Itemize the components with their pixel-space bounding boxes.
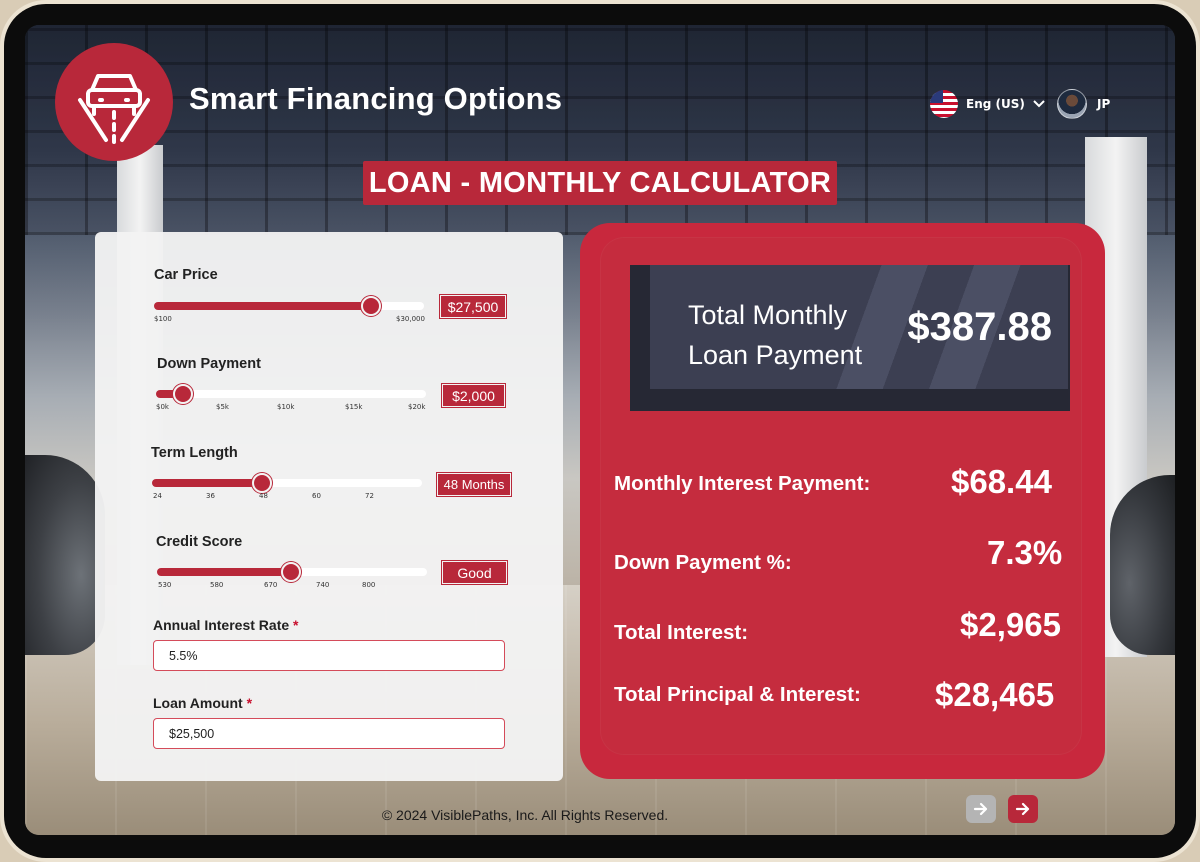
next-page-button[interactable] xyxy=(1008,795,1038,823)
monthly-interest-value: $68.44 xyxy=(951,463,1052,500)
slider-fill xyxy=(152,479,264,487)
monthly-interest-label: Monthly Interest Payment: xyxy=(614,472,871,495)
interest-rate-input[interactable]: 5.5% xyxy=(153,640,505,671)
total-payment-label: Total Monthly Loan Payment xyxy=(688,300,863,370)
loan-amount-label: Loan Amount * xyxy=(153,695,252,711)
slider-fill xyxy=(154,302,372,310)
tablet-frame: Smart Financing Options Eng (US) JP LOAN… xyxy=(0,0,1200,862)
loan-inputs-panel: Car Price $100 $30,000 $27,500 Down Paym… xyxy=(95,232,563,781)
tick-label: 60 xyxy=(312,492,321,500)
tick-label: 580 xyxy=(210,581,224,589)
credit-score-label: Credit Score xyxy=(156,534,243,550)
total-pi-value: $28,465 xyxy=(935,676,1055,713)
car-price-slider[interactable] xyxy=(154,296,424,316)
term-length-label: Term Length xyxy=(151,445,238,461)
interest-rate-label-text: Annual Interest Rate xyxy=(153,617,290,633)
app-title: Smart Financing Options xyxy=(189,81,563,116)
down-payment-pct-label: Down Payment %: xyxy=(614,551,792,574)
arrow-right-icon xyxy=(1015,802,1030,816)
total-interest-label: Total Interest: xyxy=(614,621,749,644)
slider-thumb[interactable] xyxy=(252,473,272,493)
tick-label: 800 xyxy=(362,581,376,589)
slider-fill xyxy=(157,568,291,576)
tick-label: 48 xyxy=(259,492,268,500)
footer: © 2024 VisiblePaths, Inc. All Rights Res… xyxy=(25,807,1175,823)
slider-thumb[interactable] xyxy=(281,562,301,582)
app-screen: Smart Financing Options Eng (US) JP LOAN… xyxy=(25,25,1175,835)
tick-label: $0k xyxy=(156,403,169,411)
results-panel: Total Monthly Loan Payment $387.88 Month… xyxy=(580,223,1105,779)
tick-label: 740 xyxy=(316,581,330,589)
language-label: Eng (US) xyxy=(966,97,1025,111)
term-length-value: 48 Months xyxy=(437,473,511,496)
tick-label: 24 xyxy=(153,492,162,500)
down-payment-label: Down Payment xyxy=(157,356,261,372)
total-payment-card-face: Total Monthly Loan Payment $387.88 xyxy=(650,265,1068,389)
slider-thumb[interactable] xyxy=(173,384,193,404)
down-payment-value: $2,000 xyxy=(442,384,505,407)
tick-label: 72 xyxy=(365,492,374,500)
copyright-text: © 2024 VisiblePaths, Inc. All Rights Res… xyxy=(381,807,669,823)
user-menu[interactable]: JP xyxy=(1057,89,1110,119)
total-payment-card: Total Monthly Loan Payment $387.88 xyxy=(630,265,1070,411)
credit-score-slider[interactable] xyxy=(157,562,427,582)
tick-label: $10k xyxy=(277,403,295,411)
tick-label: $15k xyxy=(345,403,363,411)
range-min-label: $100 xyxy=(154,315,172,323)
loan-amount-input[interactable]: $25,500 xyxy=(153,718,505,749)
tick-label: $20k xyxy=(408,403,426,411)
total-payment-value: $387.88 xyxy=(907,305,1052,349)
interest-rate-label: Annual Interest Rate * xyxy=(153,617,298,633)
tick-label: 36 xyxy=(206,492,215,500)
chevron-down-icon xyxy=(1033,100,1045,108)
term-length-slider[interactable] xyxy=(152,473,422,493)
down-payment-slider[interactable] xyxy=(156,384,426,404)
slider-thumb[interactable] xyxy=(361,296,381,316)
avatar xyxy=(1057,89,1087,119)
tick-label: 670 xyxy=(264,581,278,589)
us-flag-icon xyxy=(930,90,958,118)
down-payment-pct-value: 7.3% xyxy=(987,534,1063,571)
showroom-car xyxy=(1110,475,1175,655)
car-road-icon xyxy=(78,74,150,144)
tick-label: $5k xyxy=(216,403,229,411)
language-selector[interactable]: Eng (US) xyxy=(930,90,1045,118)
previous-page-button[interactable] xyxy=(966,795,996,823)
loan-amount-label-text: Loan Amount xyxy=(153,695,243,711)
app-logo[interactable] xyxy=(55,43,173,161)
required-marker: * xyxy=(246,695,253,711)
car-price-label: Car Price xyxy=(154,267,218,283)
tick-label: 530 xyxy=(158,581,172,589)
total-interest-value: $2,965 xyxy=(960,606,1061,643)
range-max-label: $30,000 xyxy=(396,315,425,323)
total-pi-label: Total Principal & Interest: xyxy=(614,683,861,706)
car-price-value: $27,500 xyxy=(440,295,506,318)
required-marker: * xyxy=(293,617,299,633)
arrow-right-icon xyxy=(973,802,988,816)
user-initials: JP xyxy=(1097,97,1111,111)
showroom-car xyxy=(25,455,105,655)
calculator-title: LOAN - MONTHLY CALCULATOR xyxy=(363,161,837,205)
credit-score-value: Good xyxy=(442,561,507,584)
